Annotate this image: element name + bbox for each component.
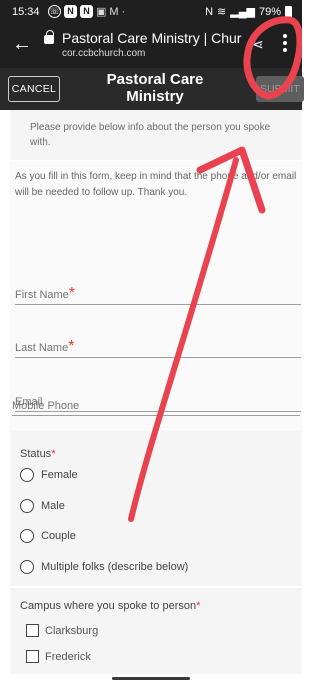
radio-label: Multiple folks (describe below) (41, 561, 189, 573)
intro-panel: Please provide below info about the pers… (10, 110, 302, 160)
more-dot-icon: · (121, 5, 126, 18)
status-option-couple[interactable]: Couple (20, 529, 76, 543)
lock-icon[interactable] (44, 30, 54, 44)
radio-label: Male (41, 500, 65, 512)
share-icon[interactable]: ⋖ (252, 36, 264, 53)
radio-label: Female (41, 469, 78, 481)
last-name-field[interactable]: Last Name* (15, 338, 301, 358)
page-domain[interactable]: cor.ccbchurch.com (62, 48, 145, 59)
overflow-menu-icon[interactable] (282, 34, 288, 56)
first-name-label: First Name (15, 289, 69, 301)
system-icons: N ≋ ▂▄▆ 79% (205, 5, 292, 18)
page-title[interactable]: Pastoral Care Ministry | Church ... (62, 30, 242, 46)
checkbox[interactable] (26, 650, 39, 663)
campus-option-frederick[interactable]: Frederick (26, 650, 91, 663)
status-option-female[interactable]: Female (20, 468, 78, 482)
status-panel: Status* Female Male Couple Multiple folk… (10, 430, 302, 586)
wifi-icon: ≋ (217, 6, 227, 18)
whatsapp-icon: ☏ (48, 5, 61, 18)
last-name-label: Last Name (15, 342, 69, 354)
status-label: Status* (20, 448, 56, 460)
checkbox-label: Frederick (45, 650, 91, 663)
gesture-nav-bar (0, 674, 302, 683)
notification-icons: ☏ N N ▣ M · (48, 5, 125, 18)
status-bar: 15:34 ☏ N N ▣ M · N ≋ ▂▄▆ 79% (0, 0, 302, 24)
status-option-male[interactable]: Male (20, 499, 65, 513)
contact-panel: As you fill in this form, keep in mind t… (10, 161, 302, 429)
required-mark: * (68, 338, 75, 355)
required-mark: * (68, 285, 76, 302)
browser-toolbar: ← Pastoral Care Ministry | Church ... co… (0, 24, 302, 68)
radio-button[interactable] (20, 468, 34, 482)
intro-text: Please provide below info about the pers… (30, 122, 271, 148)
mobile-phone-label: Mobile Phone (12, 400, 80, 412)
checkbox-label: Clarksburg (45, 624, 99, 637)
first-name-field[interactable]: First Name* (15, 285, 301, 305)
form-header: CANCEL Pastoral Care Ministry SUBMIT (0, 68, 304, 110)
radio-button[interactable] (20, 499, 34, 513)
campus-label: Campus where you spoke to person* (20, 600, 201, 612)
signal-icon: ▂▄▆ (230, 6, 255, 18)
status-time: 15:34 (12, 6, 40, 18)
submit-button[interactable]: SUBMIT (256, 76, 304, 102)
app-notification-icon: N (64, 5, 77, 18)
form-title: Pastoral Care Ministry (106, 71, 204, 105)
status-option-multiple[interactable]: Multiple folks (describe below) (20, 560, 188, 574)
back-arrow-icon[interactable]: ← (12, 34, 32, 54)
follow-up-note: As you fill in this form, keep in mind t… (15, 171, 297, 198)
gmail-icon: M (109, 5, 119, 18)
mobile-phone-field[interactable]: Mobile Phone (12, 396, 300, 416)
home-handle[interactable] (112, 677, 190, 680)
app-notification-icon: N (80, 5, 93, 18)
battery-percent: 79% (258, 5, 281, 18)
campus-option-clarksburg[interactable]: Clarksburg (26, 624, 98, 637)
checkbox[interactable] (26, 624, 39, 637)
nfc-icon: N (205, 5, 214, 18)
cancel-button[interactable]: CANCEL (8, 76, 60, 102)
form-body: Please provide below info about the pers… (0, 110, 302, 674)
required-mark: * (51, 448, 56, 460)
required-mark: * (196, 600, 201, 612)
radio-label: Couple (41, 530, 76, 542)
battery-icon (285, 5, 292, 18)
radio-button[interactable] (20, 560, 34, 574)
campus-panel: Campus where you spoke to person* Clarks… (10, 588, 302, 674)
radio-button[interactable] (20, 529, 34, 543)
image-icon: ▣ (96, 6, 107, 18)
